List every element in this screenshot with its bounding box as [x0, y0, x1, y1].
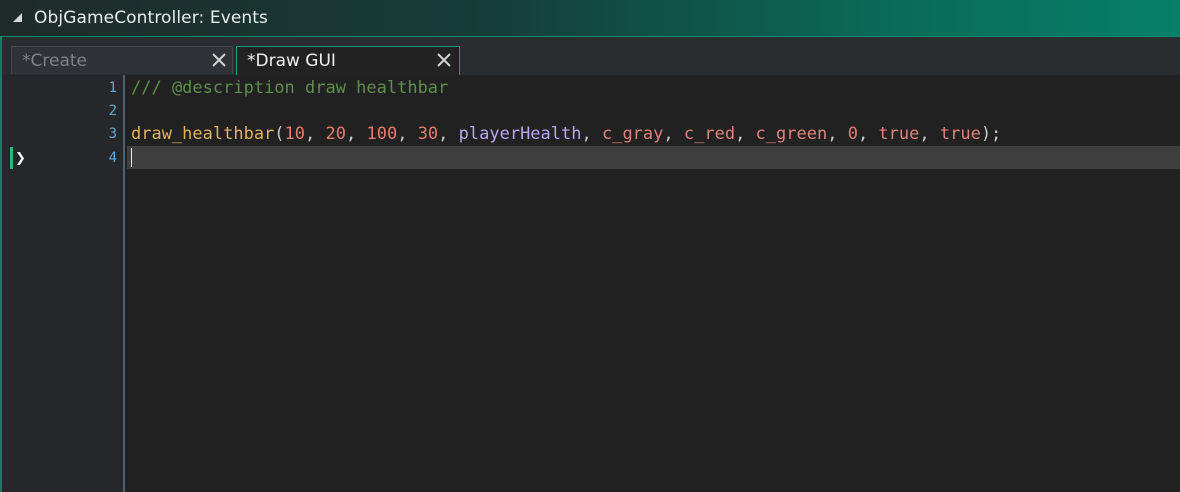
punctuation-token: ,: [581, 124, 602, 144]
code-text-area[interactable]: /// @description draw healthbar draw_hea…: [125, 75, 1180, 492]
window-title: ObjGameController: Events: [34, 8, 269, 28]
tab-create[interactable]: *Create: [11, 46, 233, 74]
code-editor-window: ObjGameController: Events *Create *Draw …: [0, 0, 1180, 492]
punctuation-token: (: [274, 124, 285, 144]
line-number: 1: [108, 80, 117, 96]
line-number: 2: [108, 103, 117, 119]
tab-draw-gui[interactable]: *Draw GUI: [236, 46, 460, 75]
punctuation-token: ,: [305, 124, 326, 144]
close-icon[interactable]: [210, 51, 228, 69]
collapse-triangle-icon[interactable]: [13, 13, 22, 22]
punctuation-token: );: [980, 124, 1002, 144]
line-number: 4: [108, 150, 117, 166]
changed-line-marker: [10, 147, 13, 169]
tab-bar: *Create *Draw GUI: [2, 37, 1180, 75]
comment-token: /// @description draw healthbar: [131, 78, 449, 98]
punctuation-token: ,: [346, 124, 367, 144]
punctuation-token: ,: [438, 124, 459, 144]
punctuation-token: ,: [827, 124, 848, 144]
function-token: draw_healthbar: [131, 124, 275, 144]
number-token: 30: [417, 124, 439, 144]
current-line-highlight: [127, 146, 1180, 169]
punctuation-token: ,: [663, 124, 684, 144]
code-line-3[interactable]: draw_healthbar(10, 20, 100, 30, playerHe…: [131, 123, 1001, 145]
line-number-gutter[interactable]: 1 2 3 4: [10, 75, 125, 492]
tab-draw-gui-label: *Draw GUI: [247, 51, 336, 71]
number-token: 20: [325, 124, 346, 144]
keyword-token: true: [878, 124, 920, 144]
window-titlebar[interactable]: ObjGameController: Events: [0, 0, 1180, 37]
punctuation-token: ,: [857, 124, 879, 144]
punctuation-token: ,: [397, 124, 418, 144]
current-line-arrow-icon: ❯: [15, 151, 26, 166]
number-token: 100: [366, 124, 398, 144]
number-token: 0: [847, 124, 858, 144]
number-token: 10: [284, 124, 306, 144]
close-icon[interactable]: [435, 51, 453, 69]
constant-token: c_red: [683, 124, 736, 144]
punctuation-token: ,: [735, 124, 756, 144]
gutter-margin: [2, 75, 10, 492]
constant-token: c_gray: [601, 124, 664, 144]
text-caret: [131, 148, 132, 167]
constant-token: c_green: [755, 124, 828, 144]
tab-create-label: *Create: [22, 51, 87, 71]
punctuation-token: ,: [919, 124, 940, 144]
variable-token: playerHealth: [458, 124, 582, 144]
code-line-1[interactable]: /// @description draw healthbar: [131, 77, 448, 99]
code-editor[interactable]: 1 2 3 4 ❯ /// @description draw healthba…: [2, 75, 1180, 492]
keyword-token: true: [939, 124, 981, 144]
line-number: 3: [108, 126, 117, 142]
